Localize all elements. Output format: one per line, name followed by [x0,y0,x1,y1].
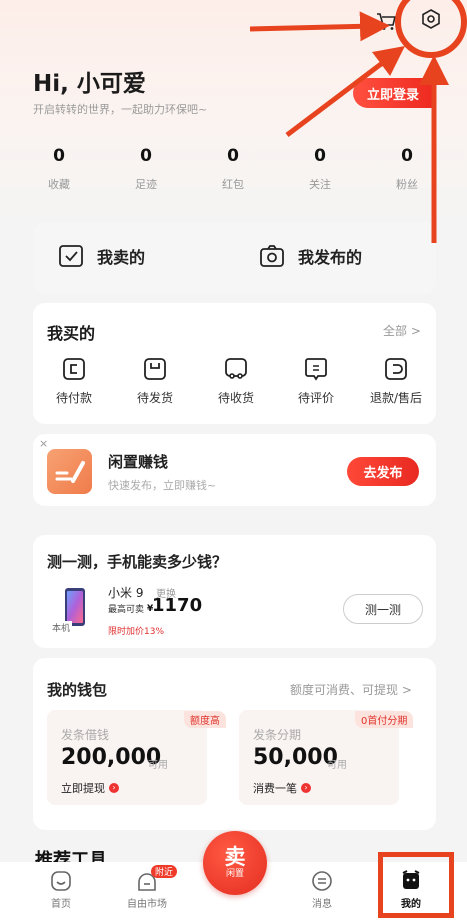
wallet-icon [63,358,85,380]
pencil-icon [47,449,92,494]
order-pending-shipment[interactable]: 待发货 [120,357,190,406]
home-icon [51,871,71,891]
stat-footprints[interactable]: 0 足迹 [116,146,176,192]
installment-badge: 0首付分期 [355,711,414,728]
cart-icon[interactable] [375,10,397,32]
stat-favorites[interactable]: 0 收藏 [29,146,89,192]
max-sell-label: 最高可卖 [108,605,145,615]
stat-value: 0 [314,146,326,166]
sell-sublabel: 闲置 [225,869,244,879]
stat-value: 0 [140,146,152,166]
order-pending-review[interactable]: 待评价 [281,357,351,406]
order-label: 待收货 [217,391,254,405]
my-published-label: 我发布的 [298,248,363,267]
arrow-right-icon: › [301,783,311,793]
order-refund[interactable]: 退款/售后 [361,357,431,406]
nav-messages[interactable]: 消息 [292,870,352,910]
wallet-title: 我的钱包 [47,681,108,699]
price-tag-icon [59,245,83,267]
stat-value: 0 [401,146,413,166]
annotation-highlight-box [378,852,454,918]
bought-title: 我买的 [47,324,96,343]
sell-button[interactable]: 卖 闲置 [203,831,267,895]
nav-label: 首页 [51,899,71,910]
header-background [0,0,467,235]
refund-icon [385,358,407,380]
nav-label: 自由市场 [127,899,167,910]
settings-icon[interactable] [420,8,442,30]
stat-value: 0 [227,146,239,166]
price-value: 1170 [152,595,203,616]
order-label: 退款/售后 [369,391,423,405]
order-label: 待付款 [55,391,92,405]
login-button[interactable]: 立即登录 [353,78,433,108]
box-icon [144,358,166,380]
bought-all-link[interactable]: 全部 > [383,322,421,339]
publish-button[interactable]: 去发布 [347,457,419,486]
camera-icon [260,245,284,267]
test-button[interactable]: 测一测 [343,594,423,624]
nearby-badge: 附近 [151,865,178,878]
truck-icon [225,358,247,379]
limited-offer-tag: 限时加价13% [108,627,165,637]
stat-label: 红包 [222,178,244,191]
wallet-info-link[interactable]: 额度可消费、可提现 > [290,681,412,698]
loan-available-label: 可用 [148,760,168,771]
message-icon [312,871,332,891]
order-label: 待发货 [136,391,173,405]
order-pending-receipt[interactable]: 待收货 [201,357,271,406]
stat-value: 0 [53,146,65,166]
sell-label: 卖 [224,845,246,869]
stat-redpackets[interactable]: 0 红包 [203,146,263,192]
loan-name: 发条借钱 [61,728,110,742]
my-published-button[interactable]: 我发布的 [258,242,362,270]
my-sold-label: 我卖的 [97,248,146,267]
stat-label: 关注 [309,178,331,191]
installment-amount: 50,000 [253,745,338,770]
comment-icon [305,358,327,381]
local-device-tag: 本机 [50,621,73,634]
installment-action-label: 消费一笔 [253,782,297,795]
nav-home[interactable]: 首页 [31,870,91,910]
valuation-title: 测一测，手机能卖多少钱？ [47,553,228,571]
stat-label: 粉丝 [396,178,418,191]
stat-label: 足迹 [135,178,157,191]
greeting-subtitle: 开启转转的世界，一起助力环保吧~ [33,103,208,116]
greeting-title: Hi, 小可爱 [33,71,146,97]
phone-model: 小米 9 [108,586,144,600]
installment-name: 发条分期 [253,728,302,742]
loan-badge: 额度高 [184,711,226,728]
order-label: 待评价 [297,391,334,405]
loan-amount: 200,000 [61,745,162,770]
nav-label: 消息 [312,899,332,910]
my-sold-button[interactable]: 我卖的 [57,242,145,270]
idle-subtitle: 快速发布，立即赚钱~ [108,479,217,492]
idle-title: 闲置赚钱 [108,453,169,471]
loan-action-label: 立即提现 [61,782,105,795]
stat-label: 收藏 [48,178,70,191]
stat-fans[interactable]: 0 粉丝 [377,146,437,192]
arrow-right-icon: › [109,783,119,793]
installment-available-label: 可用 [327,760,347,771]
installment-spend-link[interactable]: 消费一笔 › [253,780,311,796]
stat-following[interactable]: 0 关注 [290,146,350,192]
order-pending-payment[interactable]: 待付款 [39,357,109,406]
loan-withdraw-link[interactable]: 立即提现 › [61,780,119,796]
